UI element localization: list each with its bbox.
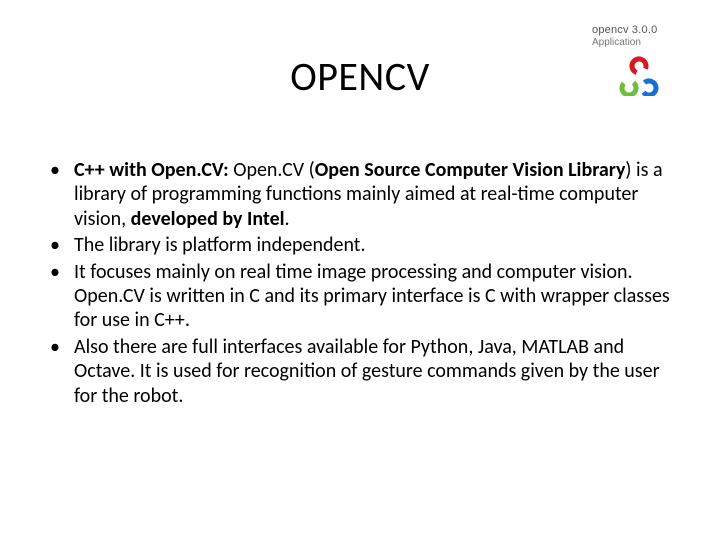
- logo-text: opencv 3.0.0: [592, 24, 702, 36]
- bullet-item: C++ with Open.CV: Open.CV (Open Source C…: [46, 158, 686, 231]
- bullet-text: Open.CV (: [229, 158, 315, 182]
- bullet-item: The library is platform independent.: [46, 233, 686, 257]
- slide: opencv 3.0.0 Application OPENCV C++ with…: [0, 0, 720, 540]
- bullet-bold: developed by Intel: [131, 207, 285, 231]
- bullet-item: It focuses mainly on real time image pro…: [46, 260, 686, 333]
- bullet-lead: C++ with Open.CV:: [74, 158, 229, 182]
- bullet-bold: Open Source Computer Vision Library: [315, 158, 626, 182]
- bullet-list: C++ with Open.CV: Open.CV (Open Source C…: [46, 158, 686, 408]
- slide-title: OPENCV: [0, 52, 720, 101]
- bullet-item: Also there are full interfaces available…: [46, 335, 686, 408]
- bullet-text: .: [285, 207, 290, 231]
- logo-subtext: Application: [592, 37, 702, 48]
- slide-body: C++ with Open.CV: Open.CV (Open Source C…: [46, 158, 686, 410]
